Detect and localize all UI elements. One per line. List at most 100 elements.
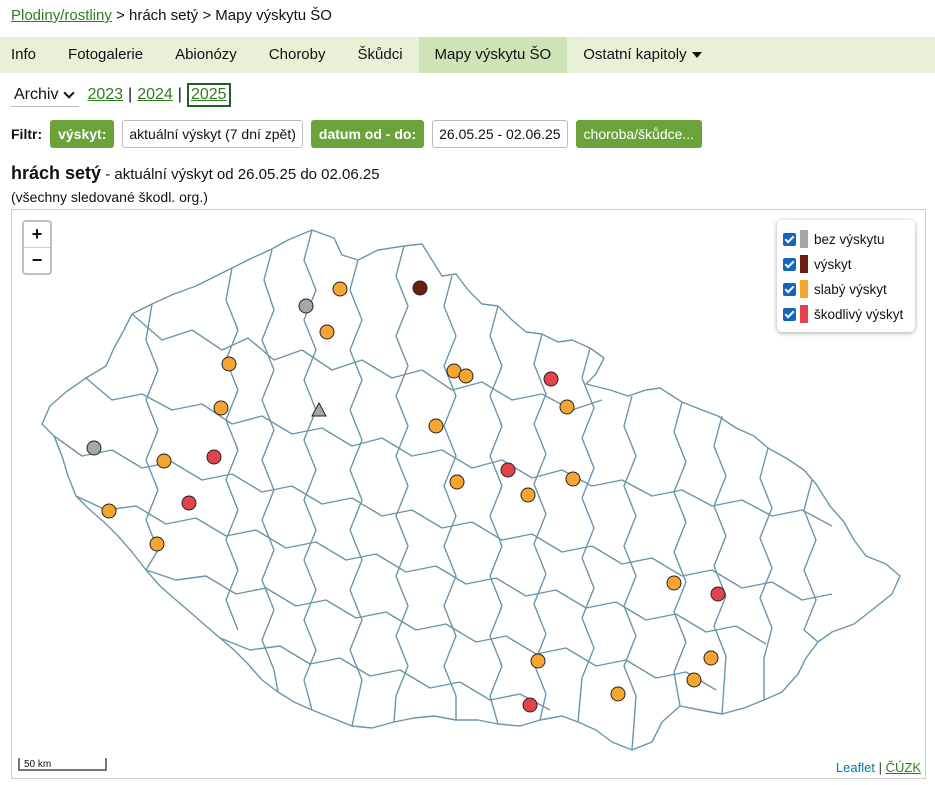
title-detail: - aktuální výskyt od 26.05.25 do 02.06.2… bbox=[101, 166, 380, 183]
year-link-2023[interactable]: 2023 bbox=[87, 86, 123, 104]
marker-weak[interactable] bbox=[332, 281, 348, 297]
attribution-cuzk[interactable]: ČÚZK bbox=[886, 760, 921, 775]
marker-harmful[interactable] bbox=[181, 495, 197, 511]
country-border bbox=[41, 229, 901, 751]
tab-ostatni-kapitoly[interactable]: Ostatní kapitoly bbox=[567, 37, 717, 73]
legend-swatch bbox=[800, 305, 808, 323]
district-borders bbox=[41, 229, 901, 751]
map-scale: 50 km bbox=[18, 758, 107, 771]
checkbox-checked-icon[interactable] bbox=[783, 307, 796, 321]
year-separator: | bbox=[128, 86, 133, 103]
marker-weak[interactable] bbox=[520, 487, 536, 503]
district-line bbox=[75, 495, 767, 645]
marker-weak[interactable] bbox=[458, 368, 474, 384]
legend-swatch bbox=[800, 280, 808, 298]
marker-weak[interactable] bbox=[156, 453, 172, 469]
marker-weak[interactable] bbox=[101, 503, 117, 519]
organism-filter-button[interactable]: choroba/škůdce... bbox=[575, 120, 703, 148]
legend-label: škodlivý výskyt bbox=[814, 306, 904, 322]
zoom-in-button[interactable]: + bbox=[24, 222, 50, 248]
district-line bbox=[623, 395, 637, 751]
marker-harmful[interactable] bbox=[500, 462, 516, 478]
marker-weak[interactable] bbox=[559, 399, 575, 415]
checkbox-checked-icon[interactable] bbox=[783, 282, 796, 296]
archive-select-label: Archiv bbox=[14, 85, 59, 103]
marker-harmful[interactable] bbox=[522, 697, 538, 713]
zoom-control: + − bbox=[22, 220, 52, 275]
district-line bbox=[673, 401, 687, 707]
filter-label: Filtr: bbox=[11, 126, 43, 142]
marker-weak[interactable] bbox=[319, 324, 335, 340]
marker-weak[interactable] bbox=[428, 418, 444, 434]
marker-harmful[interactable] bbox=[543, 371, 559, 387]
marker-weak[interactable] bbox=[666, 575, 682, 591]
caret-down-icon bbox=[691, 52, 702, 59]
marker-weak[interactable] bbox=[530, 653, 546, 669]
district-line bbox=[803, 479, 819, 643]
breadcrumb: Plodiny/rostliny > hrách setý > Mapy výs… bbox=[11, 7, 332, 24]
district-line bbox=[261, 249, 279, 693]
breadcrumb-rest: > hrách setý > Mapy výskytu ŠO bbox=[111, 7, 332, 24]
occurrence-filter-button[interactable]: výskyt: bbox=[50, 120, 115, 148]
district-line bbox=[713, 415, 727, 715]
marker-harmful[interactable] bbox=[206, 449, 222, 465]
chevron-down-icon bbox=[63, 86, 76, 99]
district-line bbox=[225, 267, 239, 631]
district-line bbox=[489, 305, 503, 725]
district-line bbox=[393, 245, 409, 723]
legend-label: slabý výskyt bbox=[814, 281, 887, 297]
occurrence-markers bbox=[86, 280, 726, 713]
marker-occurrence[interactable] bbox=[412, 280, 428, 296]
marker-weak[interactable] bbox=[213, 400, 229, 416]
filter-bar: Filtr: výskyt: aktuální výskyt (7 dní zp… bbox=[11, 120, 710, 148]
year-link-2024[interactable]: 2024 bbox=[137, 86, 173, 104]
district-line bbox=[131, 313, 603, 411]
zoom-out-button[interactable]: − bbox=[24, 248, 50, 273]
tab-skudci[interactable]: Škůdci bbox=[342, 37, 419, 73]
page-title: hrách setý - aktuální výskyt od 26.05.25… bbox=[11, 163, 380, 184]
district-line bbox=[219, 637, 551, 711]
legend-item-none[interactable]: bez výskytu bbox=[783, 230, 885, 248]
occurrence-filter-value[interactable]: aktuální výskyt (7 dní zpět) bbox=[122, 120, 303, 148]
marker-weak[interactable] bbox=[703, 650, 719, 666]
chapter-nav: Info Fotogalerie Abionózy Choroby Škůdci… bbox=[0, 37, 935, 73]
tab-abionozy[interactable]: Abionózy bbox=[159, 37, 253, 73]
legend-label: výskyt bbox=[814, 256, 852, 272]
occurrence-map[interactable]: + − bez výskytu výskyt slabý výskyt škod… bbox=[11, 209, 926, 779]
map-legend: bez výskytu výskyt slabý výskyt škodlivý… bbox=[777, 220, 915, 332]
legend-swatch bbox=[800, 255, 808, 273]
archive-select[interactable]: Archiv bbox=[11, 84, 80, 107]
year-separator: | bbox=[177, 86, 182, 103]
district-line bbox=[85, 377, 833, 527]
checkbox-checked-icon[interactable] bbox=[783, 257, 796, 271]
marker-weak[interactable] bbox=[449, 474, 465, 490]
date-filter-button[interactable]: datum od - do: bbox=[310, 120, 425, 148]
legend-item-weak[interactable]: slabý výskyt bbox=[783, 280, 887, 298]
marker-weak[interactable] bbox=[686, 672, 702, 688]
map-attribution: Leaflet | ČÚZK bbox=[836, 760, 921, 775]
marker-harmful[interactable] bbox=[710, 586, 726, 602]
tab-fotogalerie[interactable]: Fotogalerie bbox=[52, 37, 159, 73]
tab-info[interactable]: Info bbox=[0, 37, 52, 73]
tab-choroby[interactable]: Choroby bbox=[253, 37, 342, 73]
breadcrumb-link-plants[interactable]: Plodiny/rostliny bbox=[11, 7, 112, 24]
district-line bbox=[349, 259, 363, 727]
year-link-2025[interactable]: 2025 bbox=[186, 83, 231, 107]
legend-label: bez výskytu bbox=[814, 231, 885, 247]
marker-none[interactable] bbox=[86, 440, 102, 456]
tab-ostatni-label: Ostatní kapitoly bbox=[583, 46, 687, 63]
legend-item-occurrence[interactable]: výskyt bbox=[783, 255, 852, 273]
marker-weak[interactable] bbox=[610, 686, 626, 702]
attribution-separator: | bbox=[878, 760, 882, 775]
marker-weak[interactable] bbox=[221, 356, 237, 372]
checkbox-checked-icon[interactable] bbox=[783, 232, 796, 246]
attribution-leaflet[interactable]: Leaflet bbox=[836, 760, 875, 775]
page-subtitle: (všechny sledované škodl. org.) bbox=[11, 189, 208, 205]
marker-none[interactable] bbox=[298, 298, 314, 314]
date-filter-value[interactable]: 26.05.25 - 02.06.25 bbox=[432, 120, 568, 148]
marker-weak[interactable] bbox=[565, 471, 581, 487]
legend-item-harmful[interactable]: škodlivý výskyt bbox=[783, 305, 903, 323]
tab-mapy-vyskytu[interactable]: Mapy výskytu ŠO bbox=[418, 37, 568, 73]
district-line bbox=[759, 447, 773, 700]
marker-weak[interactable] bbox=[149, 536, 165, 552]
